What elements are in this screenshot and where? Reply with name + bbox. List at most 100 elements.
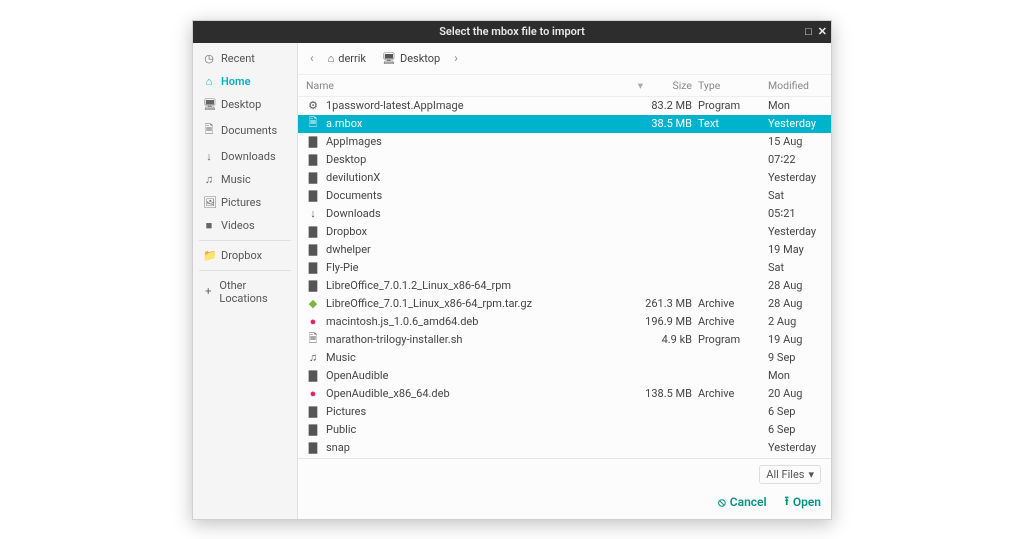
- folder-icon: ▇: [306, 441, 320, 454]
- file-size: 138.5 MB: [643, 387, 698, 400]
- sidebar-divider: [199, 240, 291, 241]
- file-modified: Yesterday: [768, 171, 823, 184]
- sidebar-item-home[interactable]: ⌂Home: [193, 70, 297, 93]
- main-pane: ‹ ⌂derrik🖥Desktop › Name ▾ Size Type Mod…: [298, 43, 831, 519]
- file-row[interactable]: ↓Downloads05∶21: [298, 205, 831, 223]
- file-icon: ↓: [306, 207, 320, 220]
- open-button[interactable]: ⭱ Open: [785, 492, 821, 513]
- place-icon: ↓: [203, 150, 215, 163]
- sidebar-item-recent[interactable]: ◷ Recent: [193, 47, 297, 70]
- breadcrumb-derrik[interactable]: ⌂derrik: [322, 49, 372, 68]
- file-modified: 9 Sep: [768, 351, 823, 364]
- titlebar: Select the mbox file to import □ ✕: [193, 21, 831, 43]
- file-modified: 20 Aug: [768, 387, 823, 400]
- header-size[interactable]: Size: [643, 79, 698, 92]
- file-row[interactable]: ▇DocumentsSat: [298, 187, 831, 205]
- file-modified: 19 May: [768, 243, 823, 256]
- file-row[interactable]: ●macintosh.js_1.0.6_amd64.deb196.9 MBArc…: [298, 313, 831, 331]
- open-label: Open: [793, 495, 821, 509]
- file-row[interactable]: ▇dwhelper19 May: [298, 241, 831, 259]
- sidebar-item-pictures[interactable]: 🖼Pictures: [193, 191, 297, 214]
- file-modified: 2 Aug: [768, 315, 823, 328]
- file-name: LibreOffice_7.0.1.2_Linux_x86-64_rpm: [326, 279, 643, 292]
- file-size: 196.9 MB: [643, 315, 698, 328]
- plus-icon: +: [203, 285, 213, 298]
- sidebar-item-desktop[interactable]: 🖥Desktop: [193, 93, 297, 116]
- file-name: snap: [326, 441, 643, 454]
- file-modified: 19 Aug: [768, 333, 823, 346]
- place-icon: ◷: [203, 52, 215, 65]
- file-modified: Mon: [768, 99, 823, 112]
- file-row[interactable]: ▇Pictures6 Sep: [298, 403, 831, 421]
- file-row[interactable]: ▇DropboxYesterday: [298, 223, 831, 241]
- sidebar-item-dropbox[interactable]: 📁Dropbox: [193, 244, 297, 267]
- file-type-filter[interactable]: All Files ▾: [759, 465, 821, 484]
- sidebar-item-label: Documents: [221, 124, 277, 137]
- file-icon: ◆: [306, 297, 320, 310]
- pathbar: ‹ ⌂derrik🖥Desktop ›: [298, 43, 831, 75]
- file-row[interactable]: ●OpenAudible_x86_64.deb138.5 MBArchive20…: [298, 385, 831, 403]
- file-type: Program: [698, 333, 768, 346]
- sidebar-item-label: Recent: [221, 52, 255, 65]
- header-name[interactable]: Name ▾: [306, 79, 643, 92]
- file-type: Text: [698, 117, 768, 130]
- cancel-label: Cancel: [730, 495, 767, 509]
- file-row[interactable]: ▇LibreOffice_7.0.1.2_Linux_x86-64_rpm28 …: [298, 277, 831, 295]
- file-row[interactable]: ♫ Music 9 Sep: [298, 349, 831, 367]
- header-type[interactable]: Type: [698, 79, 768, 92]
- file-row[interactable]: ⚙1password-latest.AppImage83.2 MBProgram…: [298, 97, 831, 115]
- file-row[interactable]: ▇Public6 Sep: [298, 421, 831, 439]
- path-forward-button[interactable]: ›: [450, 51, 462, 65]
- sidebar-item-other-locations[interactable]: +Other Locations: [193, 274, 297, 310]
- path-back-button[interactable]: ‹: [306, 51, 318, 65]
- sidebar-item-label: Downloads: [221, 150, 276, 163]
- file-modified: Yesterday: [768, 225, 823, 238]
- column-headers: Name ▾ Size Type Modified: [298, 75, 831, 97]
- file-size: 38.5 MB: [643, 117, 698, 130]
- file-list[interactable]: ⚙1password-latest.AppImage83.2 MBProgram…: [298, 97, 831, 458]
- sidebar-divider: [199, 270, 291, 271]
- file-modified: Yesterday: [768, 441, 823, 454]
- file-name: OpenAudible_x86_64.deb: [326, 387, 643, 400]
- cancel-button[interactable]: ⦸ Cancel: [718, 495, 767, 510]
- sidebar-item-videos[interactable]: ■Videos: [193, 214, 297, 237]
- maximize-button[interactable]: □: [805, 26, 812, 37]
- file-row[interactable]: ◆LibreOffice_7.0.1_Linux_x86-64_rpm.tar.…: [298, 295, 831, 313]
- crumb-label: derrik: [338, 52, 366, 65]
- folder-icon: ▇: [306, 153, 320, 166]
- file-size: 4.9 kB: [643, 333, 698, 346]
- window-title: Select the mbox file to import: [439, 25, 585, 38]
- file-name: Desktop: [326, 153, 643, 166]
- file-name: Dropbox: [326, 225, 643, 238]
- breadcrumb-desktop[interactable]: 🖥Desktop: [376, 49, 446, 68]
- sidebar-item-music[interactable]: ♫Music: [193, 168, 297, 191]
- file-modified: Sat: [768, 261, 823, 274]
- file-row[interactable]: 🗎marathon-trilogy-installer.sh4.9 kBProg…: [298, 331, 831, 349]
- file-modified: 07∶22: [768, 153, 823, 166]
- file-name: AppImages: [326, 135, 643, 148]
- file-row[interactable]: ▇AppImages15 Aug: [298, 133, 831, 151]
- header-modified[interactable]: Modified: [768, 79, 823, 92]
- file-name: marathon-trilogy-installer.sh: [326, 333, 643, 346]
- place-icon: 🖼: [203, 196, 215, 209]
- places-sidebar: ◷ Recent ⌂Home🖥Desktop🗎Documents ↓ Downloads…: [193, 43, 298, 519]
- crumb-icon: 🖥: [382, 52, 396, 65]
- sidebar-item-label: Home: [221, 75, 251, 88]
- file-icon: 🗎: [306, 114, 320, 133]
- file-row[interactable]: ▇ snap Yesterday: [298, 439, 831, 457]
- file-row[interactable]: 🗎a.mbox38.5 MBTextYesterday: [298, 115, 831, 133]
- file-row[interactable]: ▇Fly-PieSat: [298, 259, 831, 277]
- sidebar-item-documents[interactable]: 🗎Documents: [193, 116, 297, 145]
- file-name: Pictures: [326, 405, 643, 418]
- file-row[interactable]: ▇OpenAudibleMon: [298, 367, 831, 385]
- folder-icon: ▇: [306, 171, 320, 184]
- sidebar-item-label: Desktop: [221, 98, 261, 111]
- file-modified: Mon: [768, 369, 823, 382]
- file-name: Music: [326, 351, 643, 364]
- file-row[interactable]: ▇devilutionXYesterday: [298, 169, 831, 187]
- sidebar-item-downloads[interactable]: ↓ Downloads: [193, 145, 297, 168]
- file-icon: ♫: [306, 351, 320, 364]
- file-row[interactable]: ▇ Desktop 07∶22: [298, 151, 831, 169]
- file-modified: 15 Aug: [768, 135, 823, 148]
- close-button[interactable]: ✕: [818, 26, 827, 37]
